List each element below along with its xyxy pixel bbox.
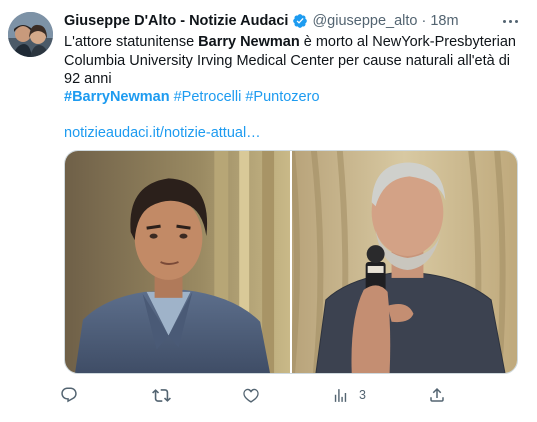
reply-icon[interactable] <box>60 384 78 406</box>
author-handle[interactable]: @giuseppe_alto <box>312 12 417 30</box>
verified-badge-icon <box>292 13 308 29</box>
more-options-icon[interactable] <box>500 12 520 30</box>
text-bold-name: Barry Newman <box>198 34 300 50</box>
timestamp[interactable]: 18m <box>430 12 458 30</box>
photo-older-speaking[interactable] <box>292 151 517 373</box>
text-before: L'attore statunitense <box>64 34 199 50</box>
hashtag-barrynewman[interactable]: #BarryNewman <box>64 89 170 105</box>
views-count: 3 <box>359 388 366 402</box>
media-grid <box>64 150 518 374</box>
photo-young-portrait[interactable] <box>65 151 290 373</box>
share-icon[interactable] <box>428 384 446 406</box>
hashtags: #BarryNewman #Petrocelli #Puntozero <box>64 88 320 107</box>
hashtag-petrocelli[interactable]: #Petrocelli <box>174 89 242 105</box>
hashtag-puntozero[interactable]: #Puntozero <box>245 89 319 105</box>
tweet[interactable]: Giuseppe D'Alto - Notizie Audaci @giusep… <box>0 0 537 422</box>
views-icon[interactable]: 3 <box>332 384 366 406</box>
avatar[interactable] <box>8 12 53 57</box>
author-name[interactable]: Giuseppe D'Alto - Notizie Audaci <box>64 12 288 30</box>
tweet-header: Giuseppe D'Alto - Notizie Audaci @giusep… <box>64 12 459 30</box>
separator-dot: · <box>421 13 427 29</box>
like-icon[interactable] <box>242 384 260 406</box>
tweet-text: L'attore statunitense Barry Newman è mor… <box>64 33 526 89</box>
article-link[interactable]: notizieaudaci.it/notizie-attual… <box>64 124 261 143</box>
tweet-actions: 3 <box>60 384 452 406</box>
retweet-icon[interactable] <box>152 384 171 406</box>
